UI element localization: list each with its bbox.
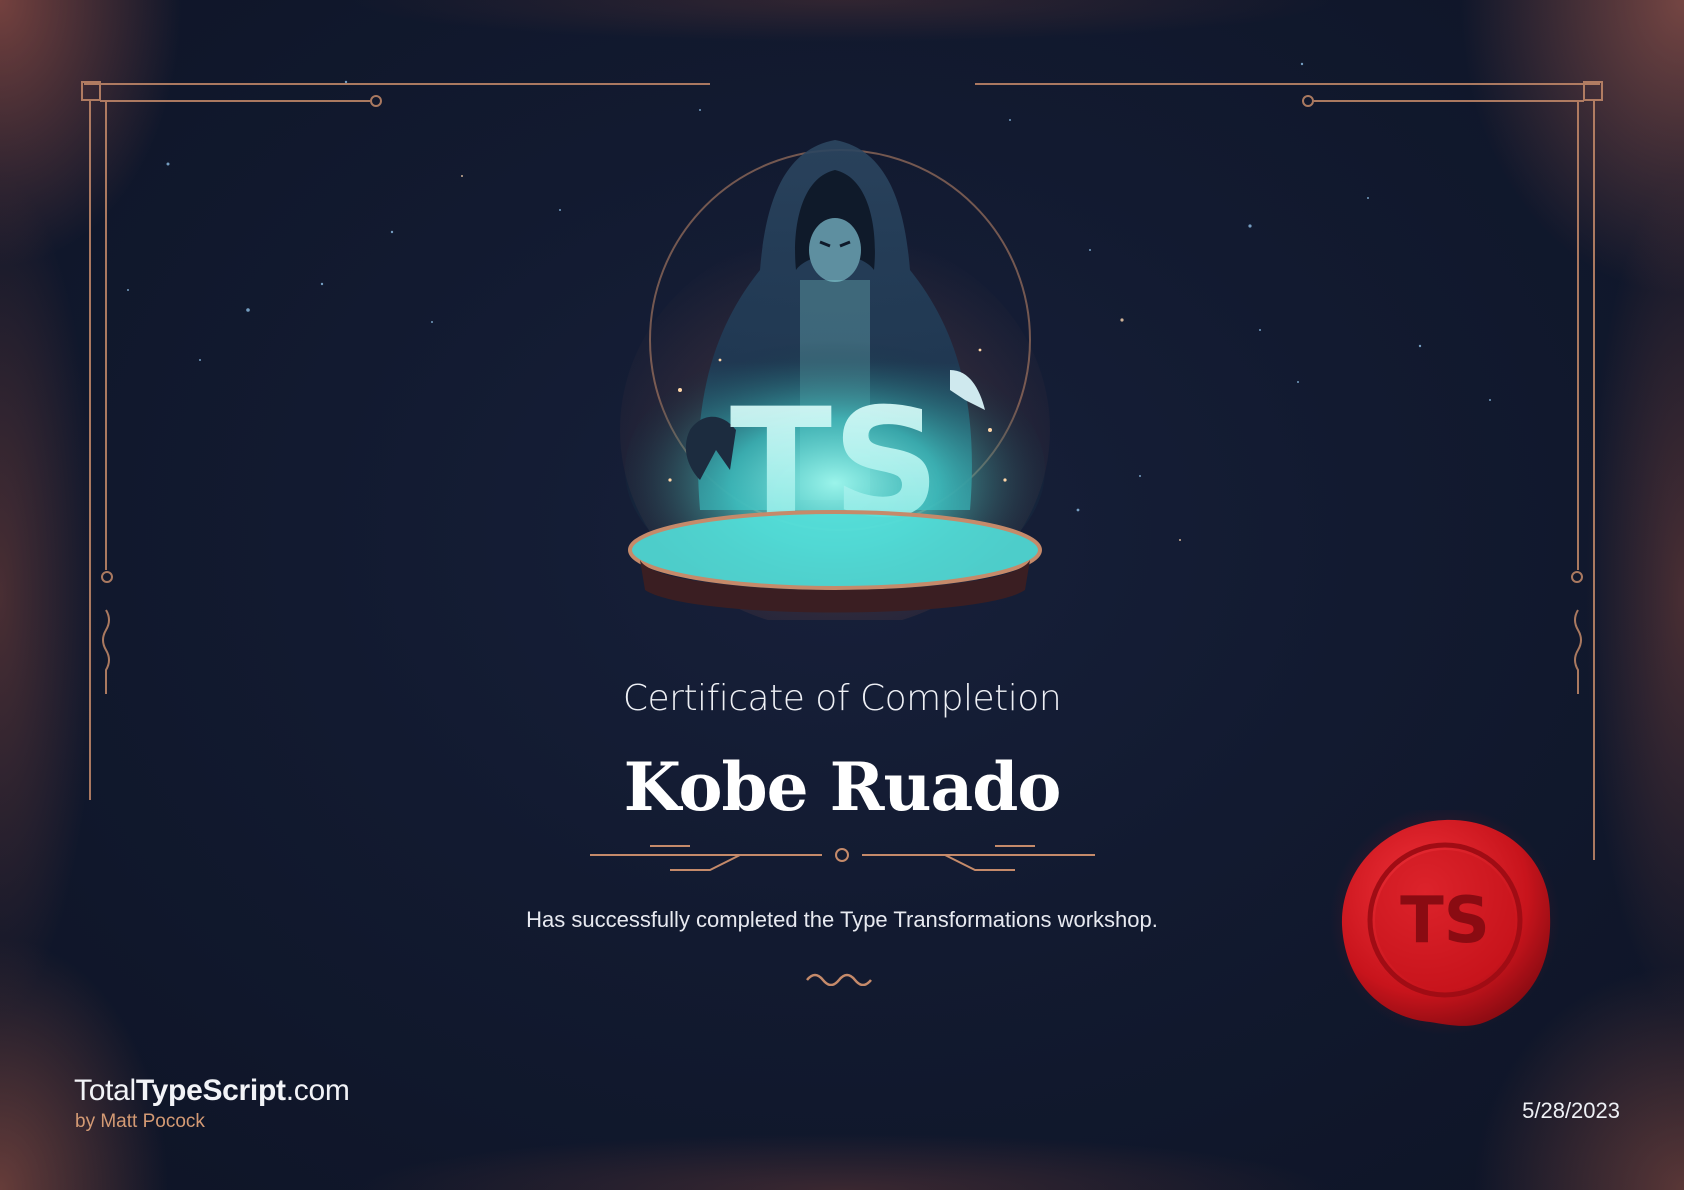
- brand-prefix: Total: [74, 1074, 136, 1107]
- wizard-illustration: TS: [620, 140, 1050, 620]
- brand-bold: TypeScript: [135, 1074, 286, 1107]
- brand-logo[interactable]: TotalTypeScript.com: [74, 1074, 350, 1108]
- completion-date: 5/28/2023: [1522, 1098, 1620, 1123]
- seal-text: TS: [1400, 884, 1490, 958]
- brand-suffix: .com: [285, 1074, 350, 1107]
- squiggle-icon: [806, 973, 872, 986]
- wax-seal-icon: TS: [1330, 810, 1560, 1035]
- certificate-heading: Certificate of Completion: [622, 678, 1062, 719]
- certificate: TS Certificate of Completion Kobe Ruado …: [0, 0, 1684, 1190]
- brand-byline: by Matt Pocock: [75, 1111, 205, 1132]
- ornament-divider-icon: [590, 845, 1095, 871]
